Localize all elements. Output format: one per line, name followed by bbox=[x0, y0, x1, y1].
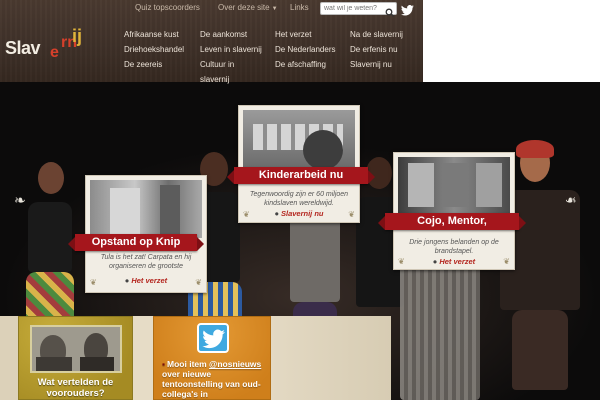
card-link-label: Het verzet bbox=[131, 276, 168, 285]
logo-text-4: ij bbox=[72, 26, 83, 46]
twitter-icon[interactable] bbox=[401, 3, 414, 16]
twitter-panel[interactable]: ▪ Mooi item @nosnieuws over nieuwe tentoo… bbox=[153, 316, 271, 400]
menu-item-driehoekshandel[interactable]: Driehoekshandel bbox=[124, 42, 184, 57]
tweet-bullet-icon: ▪ bbox=[162, 359, 166, 369]
feature-card-kinderarbeid[interactable]: Tegenwoordig zijn er 60 miljoen kindslav… bbox=[238, 105, 360, 223]
feature-card-cojo[interactable]: Drie jongens belanden op de brandstapel.… bbox=[393, 152, 515, 270]
search-icon[interactable] bbox=[385, 4, 395, 18]
logo-text-2: e bbox=[50, 44, 59, 61]
tweet-body: over nieuwe tentoonstelling van oud-coll… bbox=[162, 369, 261, 399]
card-photo bbox=[398, 157, 510, 215]
tweet-handle-link-2[interactable]: nieuws bbox=[232, 359, 261, 369]
topnav-quiz-link[interactable]: Quiz topscoorders bbox=[135, 3, 200, 12]
menu-column-4: Na de slavernij De erfenis nu Slavernij … bbox=[350, 27, 403, 72]
card-title-ribbon[interactable]: Kinderarbeid nu bbox=[227, 167, 375, 184]
leaf-ornament-icon: ❦ bbox=[398, 257, 405, 266]
search-box bbox=[320, 2, 397, 18]
tweet-prefix: Mooi item bbox=[167, 359, 210, 369]
parchment-strip-left bbox=[0, 316, 18, 400]
menu-column-3: Het verzet De Nederlanders De afschaffin… bbox=[275, 27, 335, 72]
card-link[interactable]: ● Het verzet bbox=[86, 276, 206, 285]
card-description: Tula is het zat! Carpata en hij organise… bbox=[100, 254, 192, 270]
menu-item-de-zeereis[interactable]: De zeereis bbox=[124, 57, 184, 72]
card-description: Drie jongens belanden op de brandstapel. bbox=[409, 239, 499, 255]
tweet-handle-link[interactable]: @nos bbox=[209, 359, 232, 369]
menu-item-de-nederlanders[interactable]: De Nederlanders bbox=[275, 42, 335, 57]
topnav-links-link[interactable]: Links bbox=[290, 3, 309, 12]
site-logo[interactable]: Slav e rn ij bbox=[5, 26, 95, 68]
voorouders-title: Wat vertelden de voorouders? bbox=[37, 377, 114, 399]
topnav-about-label: Over deze site bbox=[218, 3, 270, 12]
parchment-strip bbox=[133, 316, 153, 400]
menu-column-2: De aankomst Leven in slavernij Cultuur i… bbox=[200, 27, 262, 87]
leaf-ornament-icon: ❦ bbox=[90, 278, 97, 287]
menu-item-slavernij-nu[interactable]: Slavernij nu bbox=[350, 57, 403, 72]
leaf-ornament-icon: ❦ bbox=[348, 210, 355, 219]
menu-item-de-erfenis-nu[interactable]: De erfenis nu bbox=[350, 42, 403, 57]
twitter-bird-icon bbox=[197, 323, 229, 353]
logo-text-1: Slav bbox=[5, 38, 41, 58]
menu-item-cultuur-in-cont[interactable]: slavernij bbox=[200, 72, 262, 87]
wing-ornament-left: ❧ bbox=[14, 192, 26, 208]
menu-item-leven-in-slavernij[interactable]: Leven in slavernij bbox=[200, 42, 262, 57]
card-link[interactable]: ● Het verzet bbox=[394, 257, 514, 266]
card-title-ribbon[interactable]: Cojo, Mentor, bbox=[378, 213, 526, 230]
card-photo bbox=[90, 180, 202, 238]
chevron-down-icon: ▼ bbox=[271, 6, 278, 12]
parchment-strip-right bbox=[271, 316, 391, 400]
card-link-label: Het verzet bbox=[439, 257, 476, 266]
menu-item-na-de-slavernij[interactable]: Na de slavernij bbox=[350, 27, 403, 42]
leaf-ornament-icon: ❦ bbox=[503, 257, 510, 266]
latest-tweet: ▪ Mooi item @nosnieuws over nieuwe tentoo… bbox=[162, 359, 264, 399]
menu-column-1: Afrikaanse kust Driehoekshandel De zeere… bbox=[124, 27, 184, 72]
card-link[interactable]: ● Slavernij nu bbox=[239, 209, 359, 218]
menu-item-de-aankomst[interactable]: De aankomst bbox=[200, 27, 262, 42]
menu-item-het-verzet[interactable]: Het verzet bbox=[275, 27, 335, 42]
menu-item-cultuur-in[interactable]: Cultuur in bbox=[200, 57, 262, 72]
search-input[interactable] bbox=[324, 3, 384, 14]
topnav-about-link[interactable]: Over deze site ▼ bbox=[218, 3, 278, 12]
card-description: Tegenwoordig zijn er 60 miljoen kindslav… bbox=[249, 191, 349, 207]
wing-ornament-right: ❧ bbox=[565, 192, 577, 208]
voorouders-panel[interactable]: Wat vertelden de voorouders? bbox=[18, 316, 133, 400]
leaf-ornament-icon: ❦ bbox=[243, 210, 250, 219]
leaf-ornament-icon: ❦ bbox=[195, 278, 202, 287]
card-title-ribbon[interactable]: Opstand op Knip bbox=[68, 234, 204, 251]
ancestors-photo bbox=[30, 325, 122, 373]
card-link-label: Slavernij nu bbox=[281, 209, 324, 218]
menu-item-afrikaanse-kust[interactable]: Afrikaanse kust bbox=[124, 27, 184, 42]
card-photo bbox=[243, 110, 355, 170]
menu-item-de-afschaffing[interactable]: De afschaffing bbox=[275, 57, 335, 72]
